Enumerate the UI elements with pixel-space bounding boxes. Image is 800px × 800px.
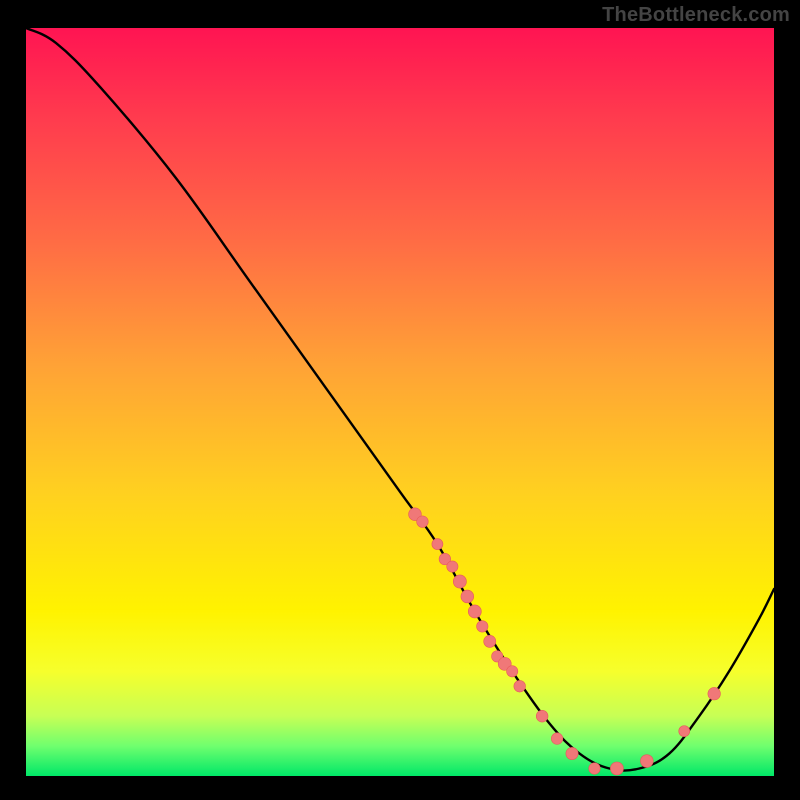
marker-dot: [640, 755, 653, 768]
curve-svg: [26, 28, 774, 776]
marker-dot: [453, 575, 466, 588]
marker-dot: [514, 680, 526, 692]
chart-frame: TheBottleneck.com: [0, 0, 800, 800]
marker-dot: [477, 621, 488, 632]
marker-dot: [432, 539, 443, 550]
attribution-text: TheBottleneck.com: [602, 4, 790, 27]
marker-dot: [589, 763, 601, 775]
marker-dot: [679, 726, 690, 737]
marker-dot: [417, 516, 429, 528]
marker-dot: [447, 561, 458, 572]
marker-dot: [468, 605, 481, 618]
marker-dot: [507, 666, 518, 677]
marker-group: [409, 508, 721, 775]
marker-dot: [484, 635, 496, 647]
marker-dot: [708, 687, 721, 700]
marker-dot: [610, 762, 623, 775]
marker-dot: [551, 733, 563, 745]
bottleneck-curve: [26, 28, 774, 771]
gradient-plot-area: [26, 28, 774, 776]
marker-dot: [566, 747, 578, 759]
marker-dot: [461, 590, 474, 603]
marker-dot: [536, 710, 548, 722]
